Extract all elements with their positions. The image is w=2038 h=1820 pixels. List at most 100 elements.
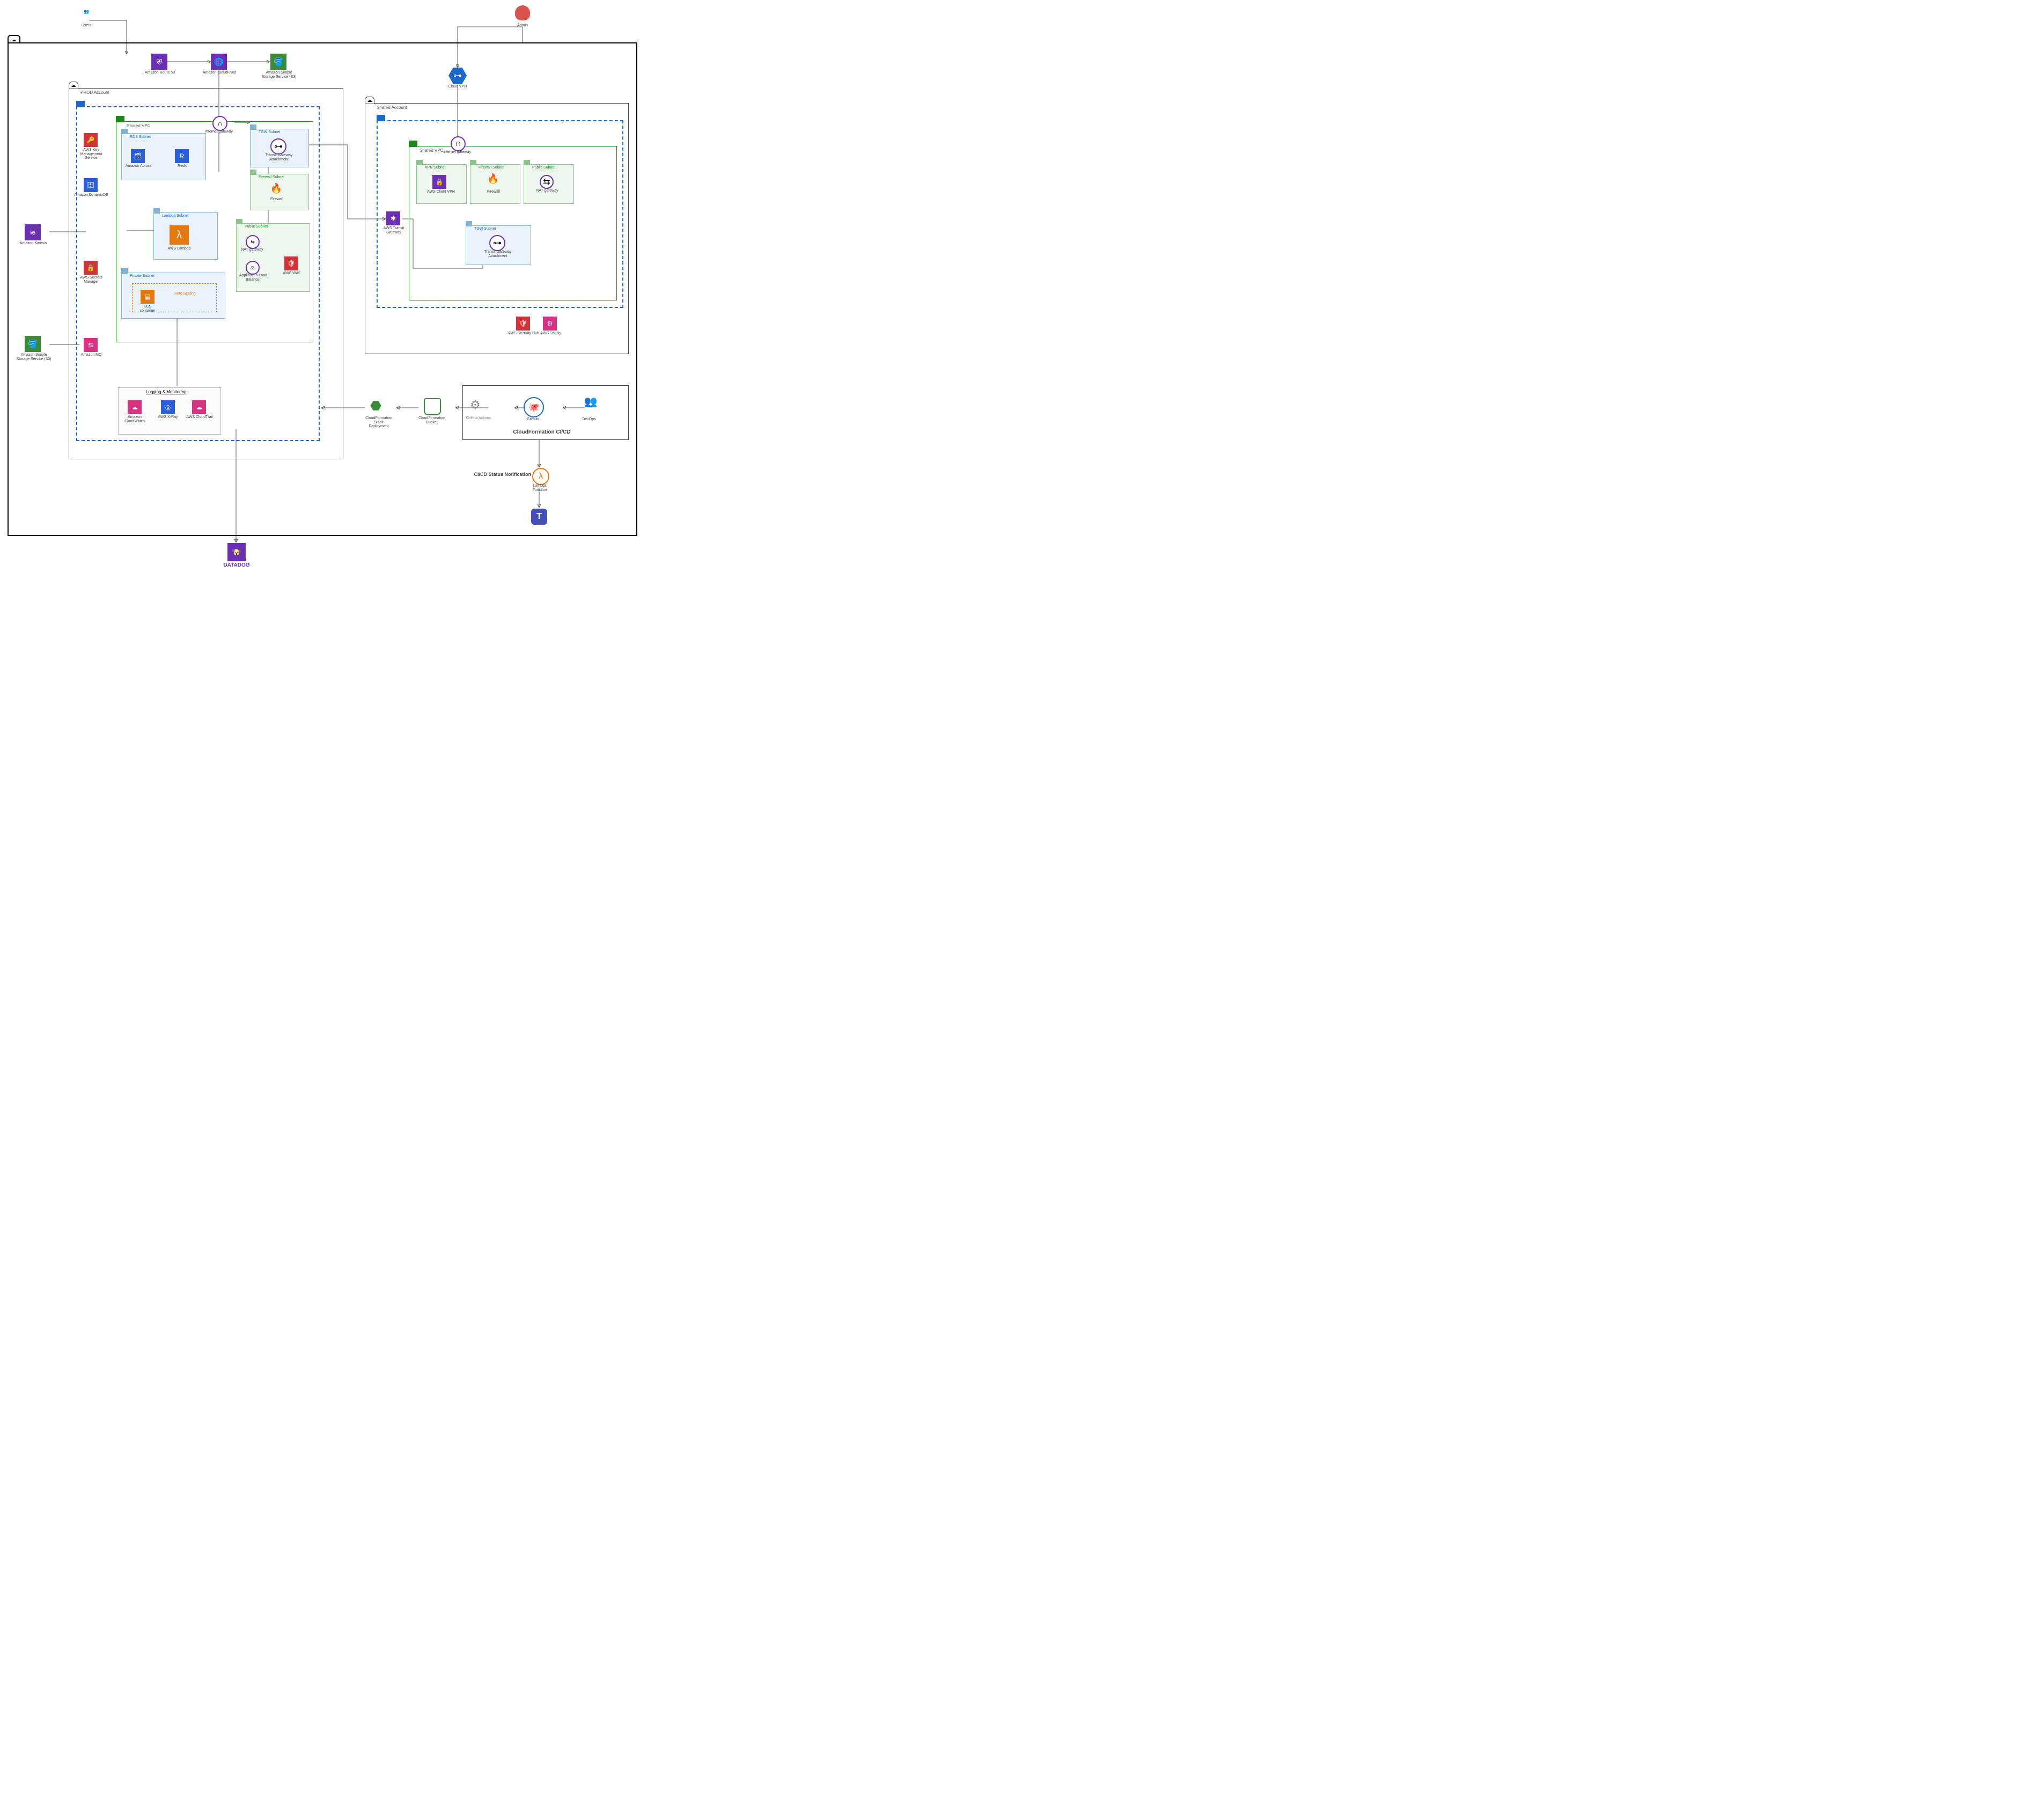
transit-gateway-label: AWS Transit Gateway xyxy=(376,226,412,234)
secrets-icon: 🔒 xyxy=(84,261,98,275)
autoscale-label: Auto Scaling xyxy=(172,292,198,296)
cicd-status-label: CI/CD Status Notification xyxy=(461,472,531,478)
prod-public-subnet-tab xyxy=(236,219,242,224)
github-label: GitHub xyxy=(521,417,544,422)
shared-tgw-att-label: Transit Gateway Attachment xyxy=(476,250,519,258)
nat-icon: ⇆ xyxy=(246,235,260,249)
shared-tgw-subnet-tab xyxy=(466,221,472,226)
prod-firewall-subnet-tab xyxy=(250,170,256,175)
s3-label: Amazon Simple Storage Service (S3) xyxy=(256,71,301,79)
prod-tgw-att-icon: ⊶ xyxy=(270,138,286,155)
waf-icon: 🛡 xyxy=(284,256,298,270)
shared-igw-label: Internet gateway xyxy=(441,150,473,155)
shared-public-subnet-label: Public Subnet xyxy=(532,166,555,170)
rds-subnet-tab xyxy=(121,129,128,134)
admin-icon xyxy=(515,5,530,20)
private-subnet-tab xyxy=(121,268,128,274)
dynamodb-icon: 🗄 xyxy=(84,178,98,192)
waf-label: AWS WAF xyxy=(279,271,305,276)
aws-config-label: AWS Config xyxy=(536,332,564,336)
prod-igw-label: Internet gateway xyxy=(203,130,235,134)
security-hub-label: AWS Security Hub xyxy=(507,332,540,336)
cloudfront-icon: 🌐 xyxy=(211,54,227,70)
kms-icon: 🔑 xyxy=(84,133,98,147)
shared-tgw-att-icon: ⊶ xyxy=(489,235,505,251)
route53-label: Amazon Route 53 xyxy=(141,71,179,75)
cloudtrail-label: AWS CloudTrail xyxy=(185,415,215,420)
secrets-label: AWS Secrets Manager xyxy=(75,276,107,284)
shared-firewall-subnet-label: Firewall Subnet xyxy=(479,166,504,170)
cicd-lambda-label: Lambda Function xyxy=(527,484,553,492)
gha-label: GitHub Actions xyxy=(461,416,496,421)
shared-account-tab: ☁ xyxy=(365,97,374,104)
alb-label: Application Load Balancer xyxy=(236,274,270,282)
cloudwatch-label: Amazon CloudWatch xyxy=(118,415,151,423)
prod-region-tab xyxy=(76,101,85,107)
lambda-icon: λ xyxy=(170,225,189,245)
logging-title: Logging & Monitoring xyxy=(146,390,187,394)
aurora-icon: 🗃 xyxy=(131,149,145,163)
mq-icon: ⇆ xyxy=(84,338,98,352)
aws-config-icon: ⚙ xyxy=(543,317,557,331)
cicd-lambda-icon: λ xyxy=(532,468,549,485)
shared-firewall-subnet-tab xyxy=(470,160,476,165)
prod-igw-icon: ∩ xyxy=(212,116,227,131)
prod-tgw-subnet-tab xyxy=(250,124,256,130)
prod-account-title: PROD Account xyxy=(80,90,109,95)
lambda-subnet-label: Lambda Subnet xyxy=(162,214,188,218)
s3-left-icon: 🪣 xyxy=(25,336,41,352)
cicd-title: CloudFormation CI/CD xyxy=(499,429,585,435)
users-label: Users xyxy=(75,24,98,28)
shared-account-title: Shared Account xyxy=(377,105,407,110)
vpn-subnet-label: VPN Subnet xyxy=(425,166,446,170)
shared-tgw-subnet-label: TGW Subnet xyxy=(474,227,496,231)
prod-firewall-subnet-label: Firewall Subnet xyxy=(259,175,284,179)
clientvpn-icon: 🔒 xyxy=(432,175,446,189)
xray-icon: ◎ xyxy=(161,400,175,414)
shared-region-tab xyxy=(377,115,385,121)
nat-label: NAT gateway xyxy=(239,248,265,252)
lambda-subnet-tab xyxy=(153,208,160,214)
rds-subnet-label: RDS Subnet xyxy=(130,135,151,139)
users-icon: 👥 xyxy=(75,10,98,24)
cloudfront-label: Amazon CloudFront xyxy=(200,71,239,75)
security-hub-icon: 🛡 xyxy=(516,317,530,331)
shared-nat-icon: ⇆ xyxy=(540,175,554,189)
cloudtrail-icon: ☁ xyxy=(192,400,206,414)
admin-label: Admin xyxy=(511,24,534,28)
gha-icon: ⚙ xyxy=(470,398,486,414)
shared-igw-icon: ∩ xyxy=(451,136,466,151)
aurora-label: Amazon Aurora xyxy=(124,164,152,168)
redis-label: Redis xyxy=(171,164,194,168)
prod-vpc-tab xyxy=(116,116,124,122)
datadog-label: DATADOG xyxy=(219,562,254,568)
cloudwatch-icon: ☁ xyxy=(128,400,142,414)
alb-icon: ⚖ xyxy=(246,261,260,275)
teams-icon: T xyxy=(531,509,547,525)
ecs-icon: ▤ xyxy=(141,290,154,304)
github-icon: 🐙 xyxy=(524,397,544,417)
prod-public-subnet-label: Public Subnet xyxy=(245,225,268,229)
devops-label: DevOps xyxy=(576,417,602,422)
cf-bucket-label: CloudFormation Bucket xyxy=(414,416,450,424)
cf-stack-icon: ⬣ xyxy=(370,398,386,414)
shared-nat-label: NAT gateway xyxy=(533,189,561,193)
s3-left-label: Amazon Simple Storage Service (S3) xyxy=(13,353,55,361)
s3-icon: 🪣 xyxy=(270,54,286,70)
devops-icon: 👥 xyxy=(579,396,602,410)
shared-vpc-title: Shared VPC xyxy=(420,148,443,153)
mq-label: Amazon MQ xyxy=(78,353,104,357)
prod-tgw-att-label: Transit Gateway Attachment xyxy=(257,153,300,162)
route53-icon: ⛨ xyxy=(151,54,167,70)
cf-bucket-icon xyxy=(424,398,441,415)
prod-account-tab: ☁ xyxy=(69,82,78,89)
kms-label: AWS Key Management Service xyxy=(75,148,107,160)
prod-firewall-label: Firewall xyxy=(265,197,289,202)
kinesis-label: Amazon Kinesis xyxy=(16,241,50,246)
dynamodb-label: Amazon DynamoDB xyxy=(74,193,108,197)
prod-vpc-title: Shared VPC xyxy=(127,123,150,128)
shared-firewall-icon: 🔥 xyxy=(485,174,501,185)
private-subnet-label: Private Subnet xyxy=(130,274,154,278)
transit-gateway-icon: ✱ xyxy=(386,211,400,225)
shared-firewall-label: Firewall xyxy=(482,190,505,194)
